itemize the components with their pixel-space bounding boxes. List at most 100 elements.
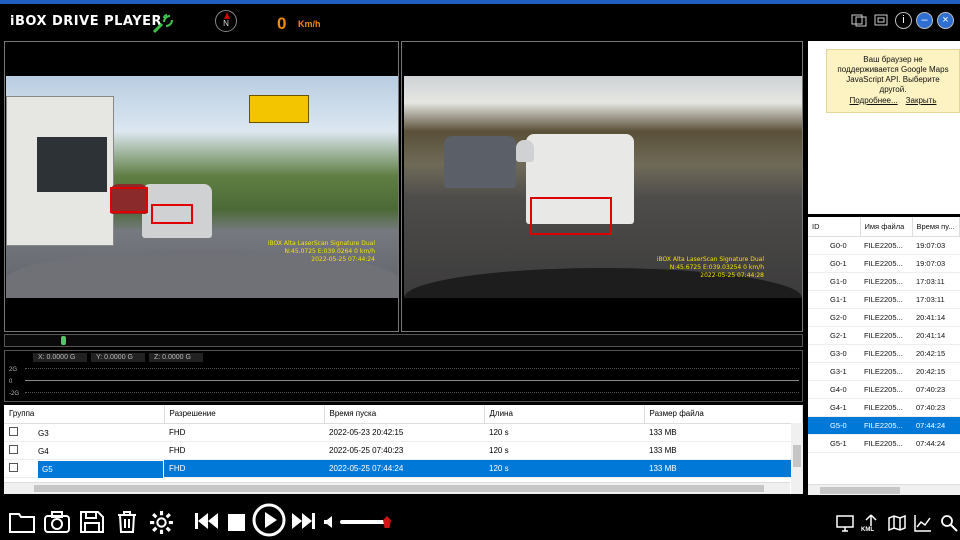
car [516,140,534,162]
list-cell-name: FILE2205... [860,416,912,435]
kml-export-icon[interactable]: KML [861,514,880,533]
column-header-start-time[interactable]: Время пу... [912,217,960,237]
front-camera-view[interactable]: iBOX Alta LaserScan Signature Dual N:45.… [4,41,399,332]
g-sensor-gridline [25,380,799,381]
list-item[interactable]: G4-0 FILE2205... 07:40:23 [808,380,960,399]
list-cell-id: G0-0 [808,236,860,255]
row-checkbox[interactable] [9,426,18,436]
app-title: iBOX DRIVE PLAYER [10,14,163,29]
column-header-length[interactable]: Длина [484,405,645,424]
fullscreen-icon[interactable] [873,12,889,28]
list-item[interactable]: G2-1 FILE2205... 20:41:14 [808,326,960,345]
rear-camera-view[interactable]: iBOX Alta LaserScan Signature Dual N:45.… [401,41,803,332]
plate-highlight [110,187,148,213]
plate-highlight [151,204,193,224]
speed-value: 0 [277,14,287,33]
list-item[interactable]: G3-0 FILE2205... 20:42:15 [808,344,960,363]
table-row-selected[interactable]: G5 FHD 2022-05-25 07:44:24 120 s 133 MB [4,459,803,478]
play-icon[interactable] [252,503,286,537]
list-item[interactable]: G4-1 FILE2205... 07:40:23 [808,398,960,417]
folder-icon[interactable] [8,510,36,534]
chart-icon[interactable] [914,514,932,532]
list-item[interactable]: G2-0 FILE2205... 20:41:14 [808,308,960,327]
horizontal-scrollbar[interactable] [4,482,790,494]
list-item[interactable]: G0-0 FILE2205... 19:07:03 [808,236,960,255]
list-cell-name: FILE2205... [860,326,912,345]
list-cell-time: 07:44:24 [912,434,960,453]
playback-controls [0,500,960,540]
stop-icon[interactable] [228,514,245,531]
list-cell-time: 07:40:23 [912,380,960,399]
list-item-selected[interactable]: G5-0 FILE2205... 07:44:24 [808,416,960,435]
list-item[interactable]: G5-1 FILE2205... 07:44:24 [808,434,960,453]
playback-timeline[interactable] [4,334,803,347]
list-cell-name: FILE2205... [860,236,912,255]
x-axis-readout: X: 0.0000 G [33,353,87,362]
column-header-file-name[interactable]: Имя файла [860,217,913,237]
close-button[interactable]: × [937,12,954,29]
window-icon[interactable] [836,514,854,532]
list-cell-name: FILE2205... [860,344,912,363]
camera-overlay: iBOX Alta LaserScan Signature Dual N:45.… [267,240,375,263]
list-item[interactable]: G0-1 FILE2205... 19:07:03 [808,254,960,273]
timeline-marker[interactable] [61,336,66,345]
column-header-resolution[interactable]: Разрешение [164,405,325,424]
list-cell-id: G2-1 [808,326,860,345]
save-icon[interactable] [79,510,105,534]
info-icon[interactable]: i [895,12,912,29]
title-bar: iBOX DRIVE PLAYER N 0 Km/h i – × [0,0,960,38]
bus [6,96,114,246]
list-cell-name: FILE2205... [860,254,912,273]
list-cell-id: G3-1 [808,362,860,381]
volume-slider[interactable] [340,520,388,524]
settings-icon[interactable] [149,510,174,535]
car [444,136,516,188]
road-sign [249,95,309,123]
list-cell-id: G0-1 [808,254,860,273]
volume-slider-handle[interactable] [383,516,391,528]
previous-icon[interactable] [194,510,220,532]
list-cell-name: FILE2205... [860,308,912,327]
list-item[interactable]: G1-0 FILE2205... 17:03:11 [808,272,960,291]
volume-icon[interactable] [324,516,334,528]
list-cell-name: FILE2205... [860,290,912,309]
list-cell-time: 20:41:14 [912,326,960,345]
file-group-table[interactable]: Группа Разрешение Время пуска Длина Разм… [4,405,803,494]
window-mode-icon[interactable] [851,12,867,28]
list-cell-name: FILE2205... [860,380,912,399]
list-item[interactable]: G1-1 FILE2205... 17:03:11 [808,290,960,309]
camera-overlay: iBOX Alta LaserScan Signature Dual N:45.… [656,256,764,279]
list-cell-id: G3-0 [808,344,860,363]
column-header-group[interactable]: Группа [4,405,165,424]
column-header-id[interactable]: ID [808,217,861,237]
z-axis-readout: Z: 0.0000 G [149,353,203,362]
horizontal-scrollbar[interactable] [808,484,960,495]
search-icon[interactable] [940,514,958,532]
list-cell-id: G1-1 [808,290,860,309]
list-cell-time: 17:03:11 [912,290,960,309]
column-header-start-time[interactable]: Время пуска [324,405,485,424]
g-sensor-gridline [25,368,799,369]
trash-icon[interactable] [115,510,139,534]
front-camera-image: iBOX Alta LaserScan Signature Dual N:45.… [6,76,398,298]
camera-icon[interactable] [43,510,71,534]
close-link[interactable]: Закрыть [906,96,937,106]
map-icon[interactable] [888,514,906,532]
file-list-panel[interactable]: ID Имя файла Время пу... G0-0 FILE2205...… [808,217,960,495]
list-cell-id: G4-1 [808,398,860,417]
more-link[interactable]: Подробнее... [850,96,898,106]
table-row[interactable]: G4 FHD 2022-05-25 07:40:23 120 s 133 MB [4,441,803,460]
list-cell-id: G4-0 [808,380,860,399]
next-icon[interactable] [290,510,316,532]
list-item[interactable]: G3-1 FILE2205... 20:42:15 [808,362,960,381]
list-cell-time: 17:03:11 [912,272,960,291]
map-panel[interactable]: Ваш браузер не поддерживается Google Map… [808,41,960,214]
table-row[interactable]: G3 FHD 2022-05-23 20:42:15 120 s 133 MB [4,423,803,442]
minimize-button[interactable]: – [916,12,933,29]
vertical-scrollbar[interactable] [791,423,803,494]
compass-label: N [223,19,229,28]
list-cell-time: 20:42:15 [912,362,960,381]
column-header-file-size[interactable]: Размер файла [644,405,803,424]
row-checkbox[interactable] [9,462,18,472]
row-checkbox[interactable] [9,444,18,454]
